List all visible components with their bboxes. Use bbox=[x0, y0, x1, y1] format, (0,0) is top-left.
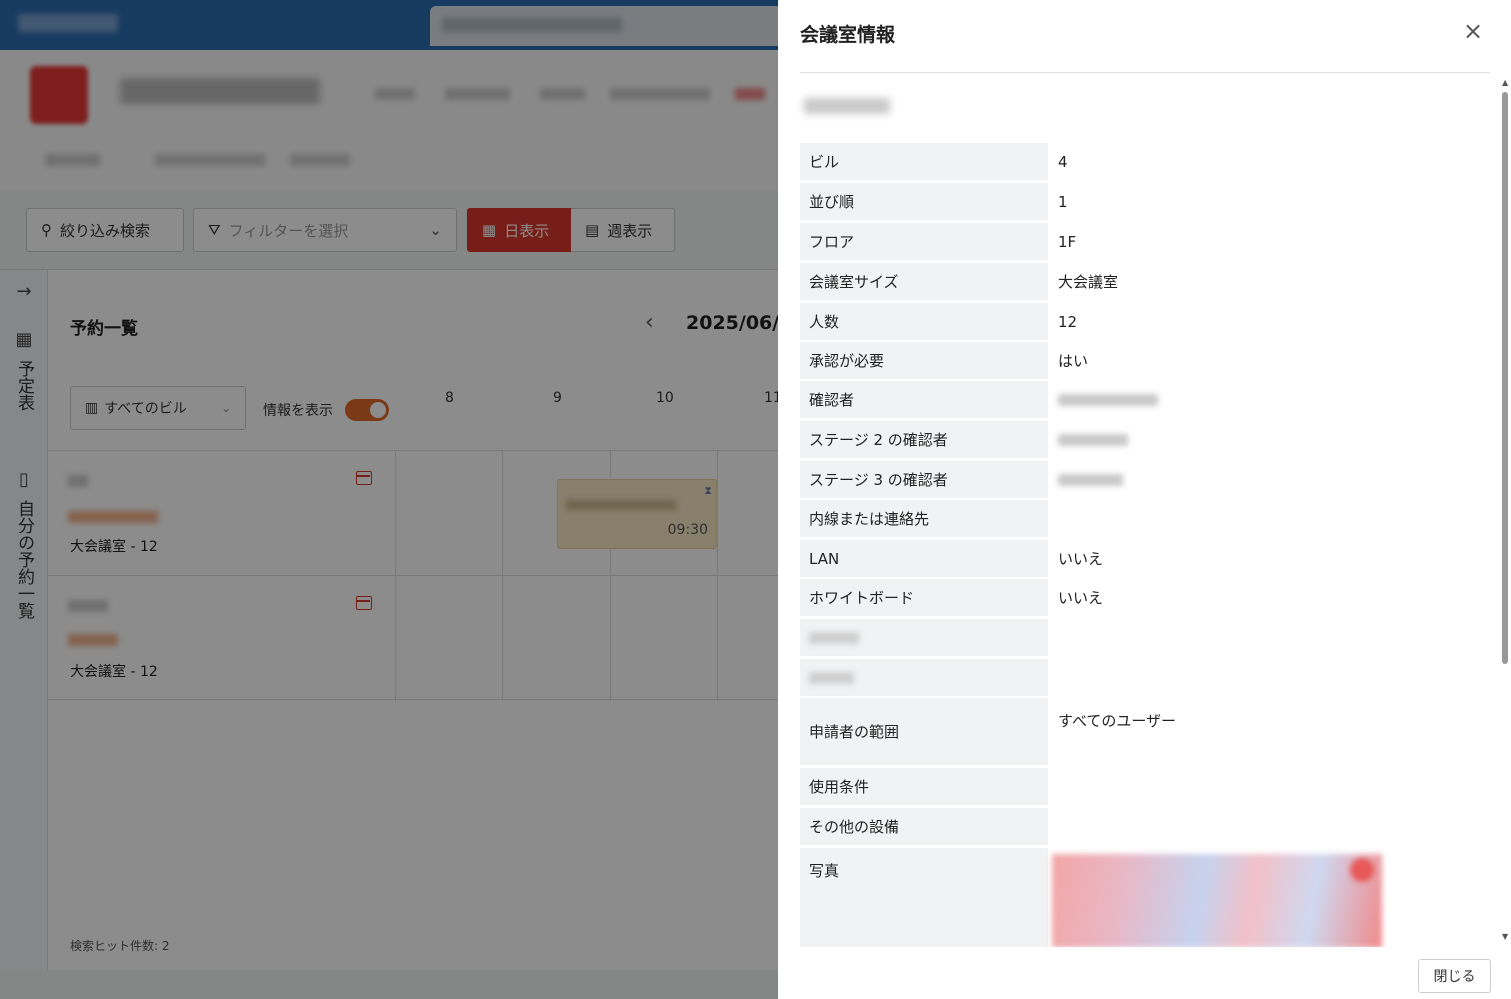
info-row: 人数 12 bbox=[800, 303, 1490, 340]
info-value bbox=[1058, 659, 1488, 696]
info-value bbox=[1058, 619, 1488, 656]
info-label-redacted bbox=[800, 659, 1048, 696]
info-value: いいえ bbox=[1058, 589, 1104, 607]
info-label: 確認者 bbox=[800, 381, 1048, 418]
info-value-redacted bbox=[1058, 421, 1488, 458]
scroll-down-icon[interactable]: ▼ bbox=[1502, 932, 1508, 941]
info-label: その他の設備 bbox=[800, 808, 1048, 845]
info-label: 内線または連絡先 bbox=[800, 500, 1048, 537]
info-value bbox=[1058, 808, 1488, 845]
info-value: 1 bbox=[1058, 192, 1068, 211]
info-label: 写真 bbox=[800, 848, 1048, 948]
info-row bbox=[800, 619, 1490, 656]
info-row: 承認が必要 はい bbox=[800, 342, 1490, 379]
room-info-drawer: 会議室情報 × ビル 4 並び順 1 フロア 1F 会議室サイズ 大会議室 人数… bbox=[778, 0, 1511, 999]
info-row: フロア 1F bbox=[800, 223, 1490, 260]
info-label-redacted bbox=[800, 619, 1048, 656]
info-row: 申請者の範囲 すべてのユーザー bbox=[800, 698, 1490, 765]
info-row: ビル 4 bbox=[800, 143, 1490, 180]
info-value: 12 bbox=[1058, 312, 1078, 331]
info-value bbox=[1058, 500, 1488, 537]
room-photo[interactable] bbox=[1052, 854, 1382, 948]
scroll-up-icon[interactable]: ▲ bbox=[1502, 78, 1508, 87]
close-button[interactable]: 閉じる bbox=[1418, 959, 1491, 993]
info-label: ビル bbox=[800, 143, 1048, 180]
info-row: 使用条件 bbox=[800, 768, 1490, 805]
info-value: いいえ bbox=[1058, 550, 1104, 568]
divider bbox=[800, 72, 1490, 73]
info-label: ステージ 3 の確認者 bbox=[800, 461, 1048, 498]
drawer-scrollbar[interactable]: ▲ ▼ bbox=[1501, 78, 1509, 944]
info-value: 大会議室 bbox=[1058, 273, 1119, 291]
info-label: 申請者の範囲 bbox=[800, 698, 1048, 765]
info-label: ホワイトボード bbox=[800, 579, 1048, 616]
info-value: すべてのユーザー bbox=[1058, 712, 1177, 730]
info-label: 承認が必要 bbox=[800, 342, 1048, 379]
info-row: 内線または連絡先 bbox=[800, 500, 1490, 537]
info-label: フロア bbox=[800, 223, 1048, 260]
info-row bbox=[800, 659, 1490, 696]
info-label: LAN bbox=[800, 540, 1048, 577]
info-row: その他の設備 bbox=[800, 808, 1490, 845]
modal-overlay[interactable] bbox=[0, 0, 778, 999]
info-label: 使用条件 bbox=[800, 768, 1048, 805]
info-value: 1F bbox=[1058, 232, 1077, 251]
info-row: ホワイトボード いいえ bbox=[800, 579, 1490, 616]
info-row: LAN いいえ bbox=[800, 540, 1490, 577]
info-label: ステージ 2 の確認者 bbox=[800, 421, 1048, 458]
drawer-title: 会議室情報 bbox=[800, 24, 896, 46]
info-value bbox=[1058, 768, 1488, 805]
info-row: ステージ 3 の確認者 bbox=[800, 461, 1490, 498]
info-row: 写真 bbox=[800, 848, 1490, 948]
info-row: 会議室サイズ 大会議室 bbox=[800, 263, 1490, 300]
info-row: 確認者 bbox=[800, 381, 1490, 418]
info-label: 人数 bbox=[800, 303, 1048, 340]
drawer-footer: 閉じる bbox=[778, 947, 1511, 999]
info-label: 会議室サイズ bbox=[800, 263, 1048, 300]
info-row: ステージ 2 の確認者 bbox=[800, 421, 1490, 458]
info-value: 4 bbox=[1058, 152, 1068, 171]
info-value: はい bbox=[1058, 352, 1089, 370]
scrollbar-thumb[interactable] bbox=[1502, 92, 1508, 664]
info-row: 並び順 1 bbox=[800, 183, 1490, 220]
info-value-redacted bbox=[1058, 461, 1488, 498]
close-icon[interactable]: × bbox=[1462, 19, 1484, 43]
info-value-redacted bbox=[1058, 381, 1488, 418]
info-label: 並び順 bbox=[800, 183, 1048, 220]
blurred-room-name bbox=[804, 98, 890, 114]
